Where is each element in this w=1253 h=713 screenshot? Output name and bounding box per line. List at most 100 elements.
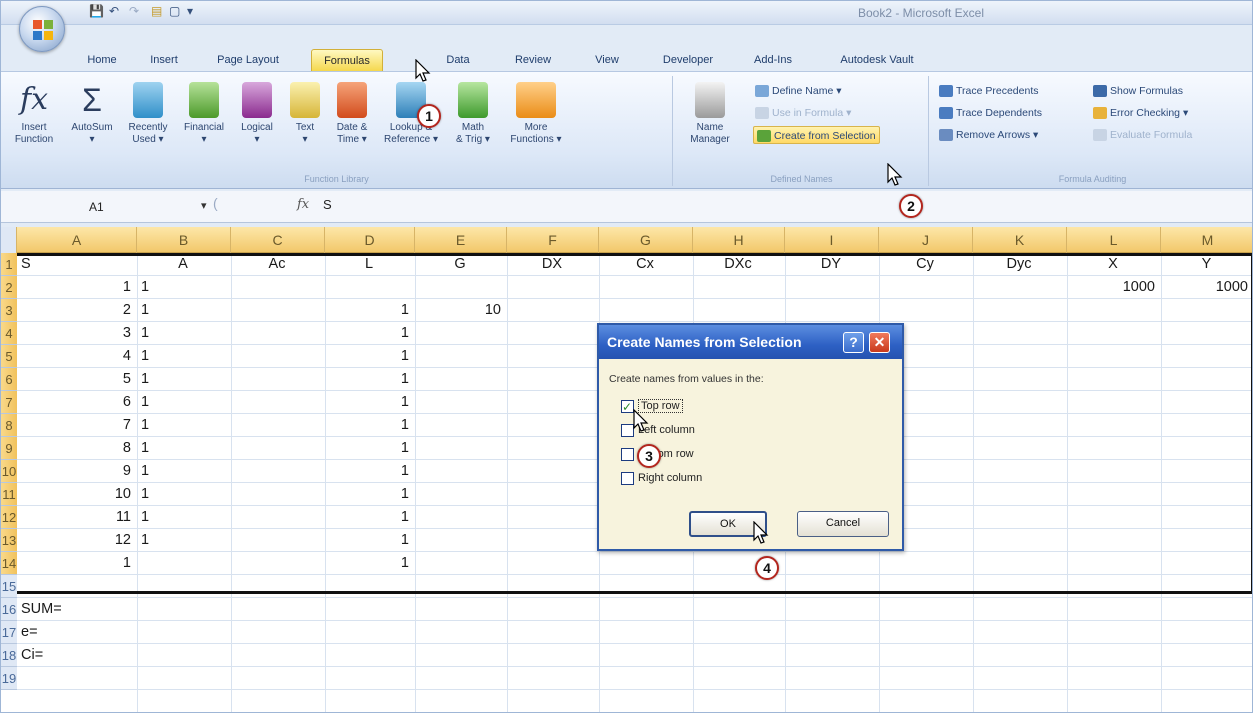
cell-a[interactable]: 9: [21, 460, 131, 483]
cell-d[interactable]: 1: [329, 437, 409, 460]
cell-d[interactable]: 1: [329, 552, 409, 575]
tab-view[interactable]: View: [583, 49, 631, 71]
cell-d[interactable]: 1: [329, 506, 409, 529]
tab-autodesk-vault[interactable]: Autodesk Vault: [821, 49, 933, 71]
cell-b[interactable]: 1: [141, 437, 225, 460]
col-header-c[interactable]: C: [231, 227, 325, 253]
dialog-title-bar[interactable]: Create Names from Selection ? ✕: [599, 325, 902, 359]
header-cell[interactable]: X: [1071, 253, 1155, 276]
cell-a[interactable]: 3: [21, 322, 131, 345]
new-icon[interactable]: ▢: [169, 4, 180, 18]
open-icon[interactable]: ▤: [151, 4, 162, 18]
row-header-9[interactable]: 9: [1, 437, 17, 460]
cell-m2[interactable]: 1000: [1165, 276, 1248, 299]
header-cell[interactable]: Cx: [603, 253, 687, 276]
cell-b[interactable]: 1: [141, 368, 225, 391]
cell-d[interactable]: 1: [329, 299, 409, 322]
row-header-5[interactable]: 5: [1, 345, 17, 368]
office-button[interactable]: [19, 6, 65, 52]
tab-insert[interactable]: Insert: [133, 49, 195, 71]
row-header-12[interactable]: 12: [1, 506, 17, 529]
header-cell[interactable]: A: [141, 253, 225, 276]
right-column-option[interactable]: Right column: [621, 469, 702, 487]
row-header-11[interactable]: 11: [1, 483, 17, 506]
footer-label[interactable]: Ci=: [21, 644, 131, 667]
header-cell[interactable]: Dyc: [977, 253, 1061, 276]
cell-b[interactable]: 1: [141, 414, 225, 437]
recently-used-button[interactable]: Recently Used ▾: [121, 82, 175, 146]
financial-button[interactable]: Financial ▾: [177, 82, 231, 146]
cell-d[interactable]: 1: [329, 345, 409, 368]
header-cell[interactable]: DXc: [697, 253, 779, 276]
cell-l2[interactable]: 1000: [1071, 276, 1155, 299]
tab-home[interactable]: Home: [71, 49, 133, 71]
cell-a[interactable]: 2: [21, 299, 131, 322]
tab-page-layout[interactable]: Page Layout: [199, 49, 297, 71]
row-header-2[interactable]: 2: [1, 276, 17, 299]
cell-b[interactable]: 1: [141, 345, 225, 368]
row-header-14[interactable]: 14: [1, 552, 17, 575]
cancel-button[interactable]: Cancel: [797, 511, 889, 537]
fx-button-icon[interactable]: fx: [297, 197, 309, 212]
cell-b[interactable]: 1: [141, 506, 225, 529]
formula-content[interactable]: S: [323, 197, 332, 212]
top-row-option[interactable]: Top row: [621, 397, 683, 416]
col-header-a[interactable]: A: [17, 227, 137, 253]
row-header-16[interactable]: 16: [1, 598, 17, 621]
cell-a[interactable]: 10: [21, 483, 131, 506]
cell-d[interactable]: 1: [329, 322, 409, 345]
date-time-button[interactable]: Date & Time ▾: [327, 82, 377, 146]
cell-a[interactable]: 7: [21, 414, 131, 437]
trace-dependents-button[interactable]: Trace Dependents: [939, 104, 1042, 122]
row-header-1[interactable]: 1: [1, 253, 17, 276]
col-header-f[interactable]: F: [507, 227, 599, 253]
cell-d[interactable]: 1: [329, 460, 409, 483]
header-cell[interactable]: G: [419, 253, 501, 276]
evaluate-formula-button[interactable]: Evaluate Formula: [1093, 126, 1192, 144]
redo-icon[interactable]: ↷: [129, 4, 139, 18]
help-button[interactable]: ?: [843, 332, 864, 353]
bottom-row-checkbox[interactable]: [621, 447, 634, 461]
cell-b[interactable]: 1: [141, 276, 225, 299]
col-header-h[interactable]: H: [693, 227, 785, 253]
logical-button[interactable]: Logical ▾: [233, 82, 281, 146]
math-trig-button[interactable]: Math & Trig ▾: [445, 82, 501, 146]
row-header-19[interactable]: 19: [1, 667, 17, 690]
undo-icon[interactable]: ↶: [109, 4, 119, 18]
row-header-13[interactable]: 13: [1, 529, 17, 552]
remove-arrows-button[interactable]: Remove Arrows ▾: [939, 126, 1038, 144]
close-button[interactable]: ✕: [869, 332, 890, 353]
tab-data[interactable]: Data: [433, 49, 483, 71]
header-cell[interactable]: DY: [789, 253, 873, 276]
cell-a[interactable]: 8: [21, 437, 131, 460]
col-header-e[interactable]: E: [415, 227, 507, 253]
tab-formulas[interactable]: Formulas: [311, 49, 383, 71]
cell-d[interactable]: 1: [329, 529, 409, 552]
define-name-button[interactable]: Define Name ▾: [755, 82, 841, 100]
row-header-4[interactable]: 4: [1, 322, 17, 345]
save-icon[interactable]: 💾: [89, 4, 104, 18]
error-checking-button[interactable]: Error Checking ▾: [1093, 104, 1188, 122]
footer-label[interactable]: SUM=: [21, 598, 131, 621]
more-functions-button[interactable]: More Functions ▾: [503, 82, 569, 146]
cell-b[interactable]: 1: [141, 322, 225, 345]
header-cell[interactable]: Cy: [883, 253, 967, 276]
cell-d[interactable]: 1: [329, 391, 409, 414]
name-box[interactable]: A1: [51, 198, 211, 216]
header-cell[interactable]: L: [329, 253, 409, 276]
text-button[interactable]: Text ▾: [285, 82, 325, 146]
row-header-8[interactable]: 8: [1, 414, 17, 437]
cell-a[interactable]: 1: [21, 276, 131, 299]
cell-a[interactable]: 11: [21, 506, 131, 529]
cell-a[interactable]: 12: [21, 529, 131, 552]
header-cell[interactable]: Y: [1165, 253, 1248, 276]
cell-a[interactable]: 6: [21, 391, 131, 414]
row-header-15[interactable]: 15: [1, 575, 17, 598]
right-column-checkbox[interactable]: [621, 471, 634, 485]
cell-d[interactable]: 1: [329, 483, 409, 506]
customize-qat-icon[interactable]: ▾: [187, 4, 193, 18]
row-header-6[interactable]: 6: [1, 368, 17, 391]
autosum-button[interactable]: Σ AutoSum ▾: [65, 82, 119, 146]
show-formulas-button[interactable]: Show Formulas: [1093, 82, 1183, 100]
header-cell[interactable]: Ac: [235, 253, 319, 276]
